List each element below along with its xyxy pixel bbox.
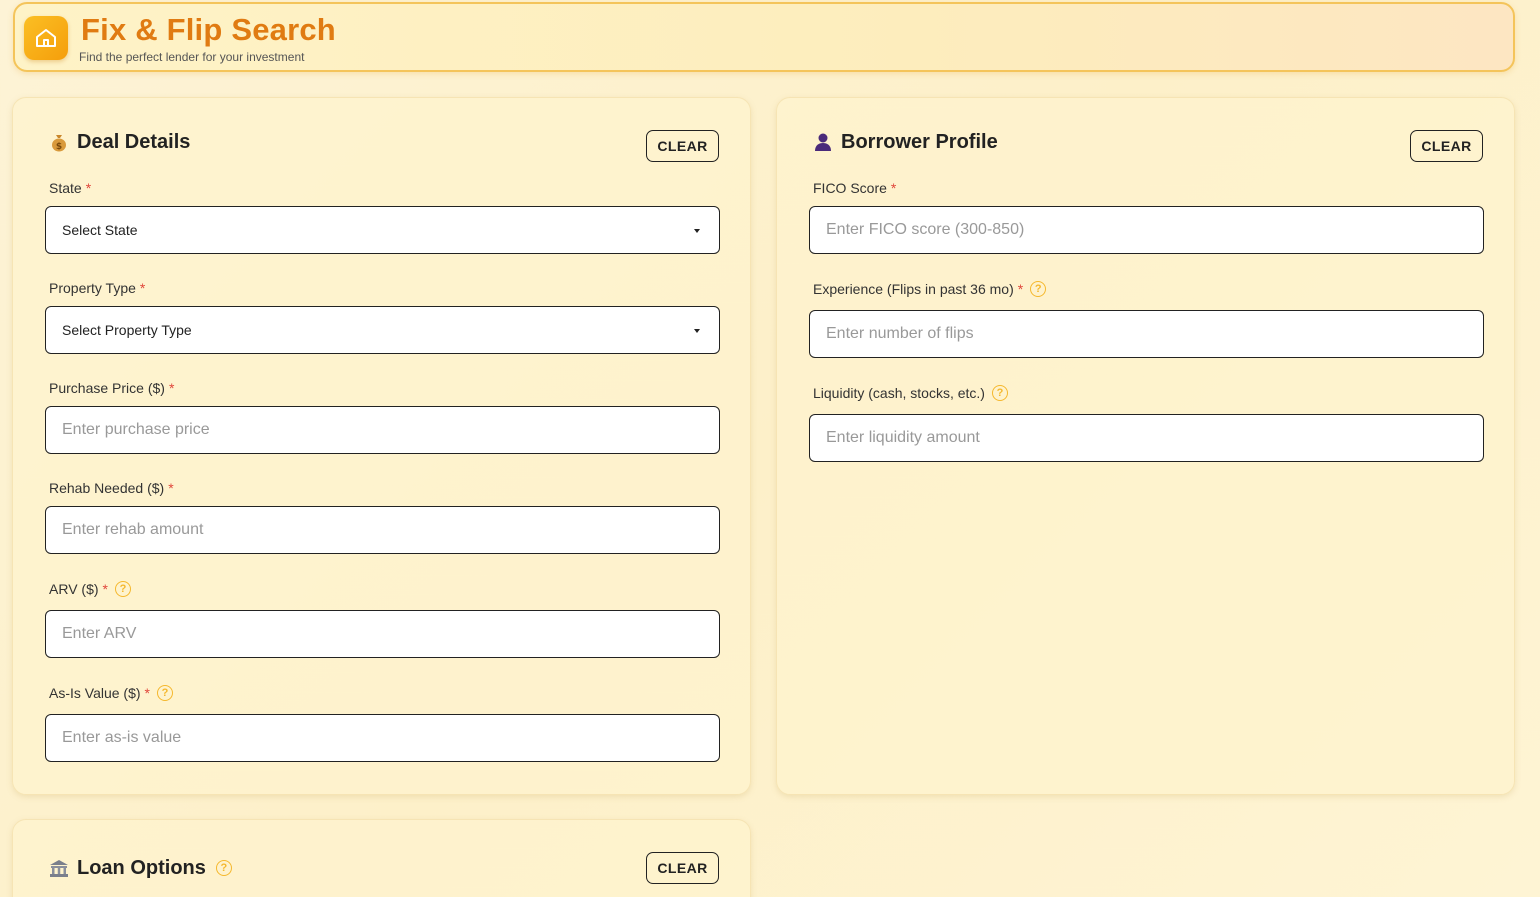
state-select[interactable]: Select State bbox=[45, 206, 720, 254]
as-is-value-placeholder: Enter as-is value bbox=[62, 729, 182, 746]
chevron-down-icon bbox=[694, 229, 700, 233]
page-subtitle: Find the perfect lender for your investm… bbox=[79, 50, 305, 64]
borrower-profile-card: Borrower Profile CLEAR FICO Score * Enter… bbox=[776, 97, 1515, 795]
liquidity-input[interactable]: Enter liquidity amount bbox=[809, 414, 1484, 462]
required-marker: * bbox=[168, 380, 175, 396]
experience-input[interactable]: Enter number of flips bbox=[809, 310, 1484, 358]
purchase-price-placeholder: Enter purchase price bbox=[62, 421, 210, 438]
deal-details-heading: $ Deal Details bbox=[47, 130, 190, 154]
purchase-price-label: Purchase Price ($) * bbox=[49, 380, 175, 396]
page-title: Fix & Flip Search bbox=[81, 12, 336, 47]
person-icon bbox=[811, 130, 835, 154]
state-select-value: Select State bbox=[62, 222, 138, 238]
clear-borrower-button[interactable]: CLEAR bbox=[1410, 130, 1483, 162]
property-type-select-value: Select Property Type bbox=[62, 322, 192, 338]
state-label: State * bbox=[49, 180, 92, 196]
help-icon[interactable]: ? bbox=[215, 860, 232, 876]
fico-input[interactable]: Enter FICO score (300-850) bbox=[809, 206, 1484, 254]
fico-placeholder: Enter FICO score (300-850) bbox=[826, 221, 1025, 238]
clear-deal-button[interactable]: CLEAR bbox=[646, 130, 719, 162]
money-bag-icon: $ bbox=[47, 130, 71, 154]
help-icon[interactable]: ? bbox=[157, 685, 173, 701]
required-marker: * bbox=[102, 581, 108, 597]
required-marker: * bbox=[139, 280, 146, 296]
rehab-input[interactable]: Enter rehab amount bbox=[45, 506, 720, 554]
arv-placeholder: Enter ARV bbox=[62, 625, 137, 642]
liquidity-label: Liquidity (cash, stocks, etc.) ? bbox=[813, 385, 1008, 401]
experience-placeholder: Enter number of flips bbox=[826, 325, 974, 342]
home-icon bbox=[24, 16, 68, 60]
liquidity-placeholder: Enter liquidity amount bbox=[826, 429, 980, 446]
svg-text:$: $ bbox=[56, 142, 62, 152]
clear-loan-options-button[interactable]: CLEAR bbox=[646, 852, 719, 884]
help-icon[interactable]: ? bbox=[115, 581, 131, 597]
required-marker: * bbox=[85, 180, 92, 196]
arv-label: ARV ($) * ? bbox=[49, 581, 131, 597]
loan-options-card: Loan Options ? CLEAR bbox=[12, 819, 751, 897]
deal-details-card: $ Deal Details CLEAR State * Select State… bbox=[12, 97, 751, 795]
help-icon[interactable]: ? bbox=[1030, 281, 1047, 297]
required-marker: * bbox=[890, 180, 897, 196]
borrower-profile-title: Borrower Profile bbox=[841, 130, 998, 153]
rehab-label: Rehab Needed ($) * bbox=[49, 480, 174, 496]
property-type-label: Property Type * bbox=[49, 280, 146, 296]
loan-options-title: Loan Options bbox=[77, 856, 206, 879]
property-type-select[interactable]: Select Property Type bbox=[45, 306, 720, 354]
required-marker: * bbox=[168, 480, 174, 496]
purchase-price-input[interactable]: Enter purchase price bbox=[45, 406, 720, 454]
as-is-value-input[interactable]: Enter as-is value bbox=[45, 714, 720, 762]
required-marker: * bbox=[144, 685, 150, 701]
arv-input[interactable]: Enter ARV bbox=[45, 610, 720, 658]
loan-options-heading: Loan Options ? bbox=[47, 856, 232, 880]
required-marker: * bbox=[1017, 281, 1024, 297]
as-is-value-label: As-Is Value ($) * ? bbox=[49, 685, 173, 701]
rehab-placeholder: Enter rehab amount bbox=[62, 521, 204, 538]
app-header: Fix & Flip Search Find the perfect lende… bbox=[13, 2, 1515, 72]
deal-details-title: Deal Details bbox=[77, 130, 191, 153]
bank-icon bbox=[47, 856, 71, 880]
experience-label: Experience (Flips in past 36 mo) * ? bbox=[813, 281, 1047, 297]
borrower-profile-heading: Borrower Profile bbox=[811, 130, 998, 154]
help-icon[interactable]: ? bbox=[991, 385, 1008, 401]
fico-label: FICO Score * bbox=[813, 180, 897, 196]
chevron-down-icon bbox=[694, 329, 700, 333]
